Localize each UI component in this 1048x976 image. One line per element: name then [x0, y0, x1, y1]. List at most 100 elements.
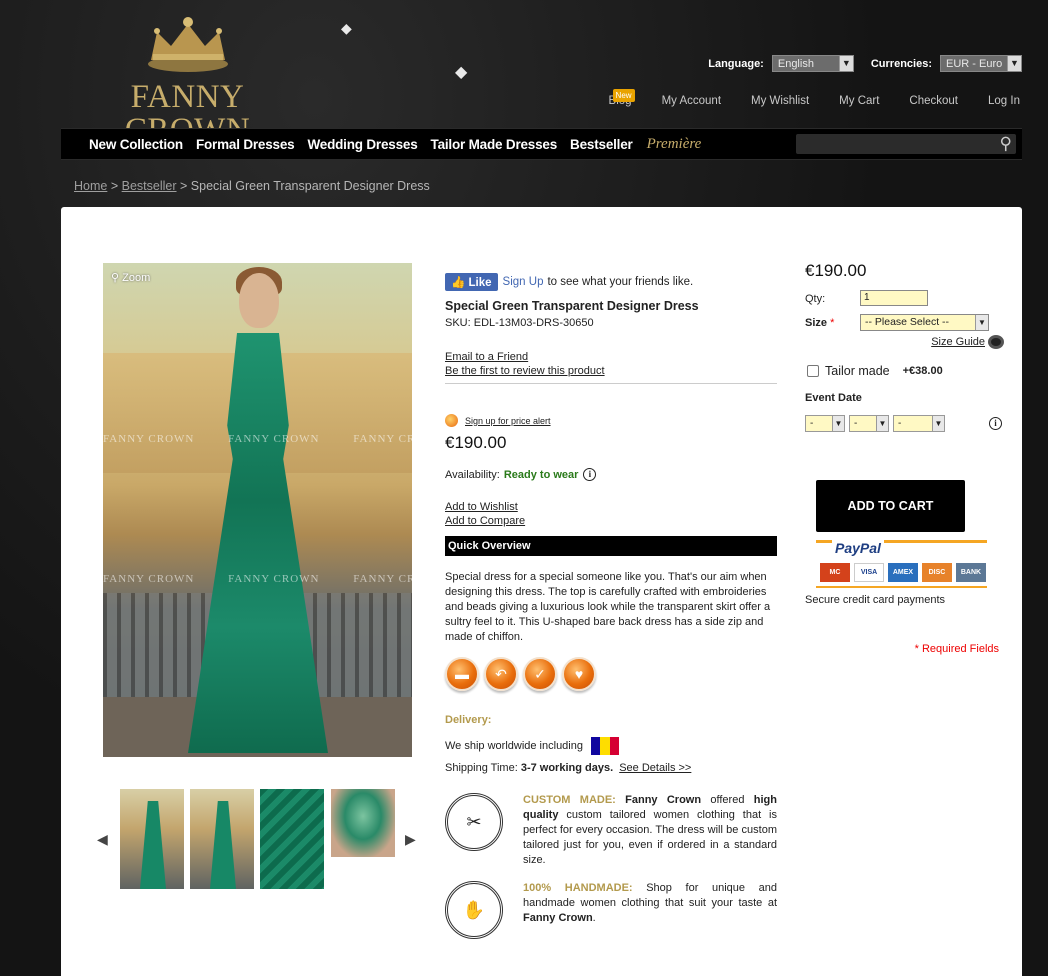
watermark: FANNY CROWN FANNY CROWN FANNY CROWN: [103, 573, 412, 585]
ship-text: We ship worldwide including: [445, 740, 583, 752]
event-date-selects: - ▼ - ▼ - ▼ i: [805, 415, 1005, 432]
thumbnail-carousel: ◀ ▶: [97, 789, 417, 889]
product-description: Special dress for a special someone like…: [445, 571, 771, 643]
see-details-link[interactable]: See Details >>: [619, 762, 691, 774]
event-year-select[interactable]: - ▼: [893, 415, 945, 432]
brand-logo[interactable]: FANNY CROWN PARIS: [70, 14, 305, 164]
nav-item-formal-dresses[interactable]: Formal Dresses: [196, 137, 295, 152]
availability: Availability: Ready to wear i: [445, 468, 777, 481]
locale-bar: Language: English ▼ Currencies: EUR - Eu…: [708, 55, 1022, 72]
new-badge: New: [612, 89, 635, 102]
chevron-down-icon: ▼: [975, 315, 988, 330]
search-input[interactable]: ⚲: [796, 134, 1016, 154]
tailor-made-checkbox[interactable]: [807, 365, 819, 377]
secure-payment-text: Secure credit card payments: [805, 594, 946, 606]
product-price: €190.00: [445, 433, 507, 452]
purchase-box: €190.00 Qty: 1 Size * -- Please Select -…: [805, 261, 1005, 655]
facebook-like-button[interactable]: 👍 Like: [445, 273, 498, 291]
tailor-made-price: +€38.00: [902, 365, 943, 377]
required-fields-note: * Required Fields: [914, 643, 999, 655]
add-to-cart-button[interactable]: ADD TO CART: [816, 480, 965, 532]
size-label: Size: [805, 317, 828, 329]
carousel-prev-icon[interactable]: ◀: [97, 831, 108, 848]
breadcrumb-home[interactable]: Home: [74, 179, 107, 193]
zoom-label: Zoom: [122, 272, 151, 284]
my-account-link[interactable]: My Account: [662, 95, 721, 107]
bank-icon: BANK: [956, 563, 986, 582]
size-row: Size * -- Please Select -- ▼: [805, 314, 1005, 331]
currency-select[interactable]: EUR - Euro ▼: [940, 55, 1022, 72]
thumbnail[interactable]: [190, 789, 254, 889]
delivery-truck-icon[interactable]: ▬: [445, 657, 479, 691]
nav-item-premiere[interactable]: Première: [647, 136, 702, 153]
event-month-select[interactable]: - ▼: [849, 415, 889, 432]
breadcrumb-current: Special Green Transparent Designer Dress: [190, 179, 430, 193]
nav-item-new-collection[interactable]: New Collection: [89, 137, 183, 152]
facebook-like: 👍 Like Sign Up to see what your friends …: [445, 273, 777, 291]
breadcrumb-separator: >: [110, 179, 119, 193]
discover-icon: DISC: [922, 563, 952, 582]
facebook-signup-link[interactable]: Sign Up: [503, 276, 544, 288]
account-links: New Blog My Account My Wishlist My Cart …: [579, 89, 1020, 107]
product-sku: SKU: EDL-13M03-DRS-30650: [445, 317, 594, 329]
review-link[interactable]: Be the first to review this product: [445, 365, 777, 377]
checkout-link[interactable]: Checkout: [909, 95, 958, 107]
facebook-text: to see what your friends like.: [547, 276, 694, 288]
alert-icon: [445, 414, 458, 427]
login-link[interactable]: Log In: [988, 95, 1020, 107]
paypal-logo: PayPal: [832, 540, 884, 556]
email-friend-link[interactable]: Email to a Friend: [445, 351, 777, 363]
size-guide[interactable]: Size Guide: [805, 335, 1005, 349]
nav-item-wedding-dresses[interactable]: Wedding Dresses: [307, 137, 417, 152]
product-panel: ⚲ Zoom FANNY CROWN FANNY CROWN FANNY CRO…: [61, 207, 1022, 976]
size-guide-link[interactable]: Size Guide: [931, 336, 985, 348]
language-select[interactable]: English ▼: [771, 55, 854, 72]
sparkle-icon: ◆: [341, 20, 352, 36]
availability-label: Availability:: [445, 468, 500, 481]
price-alert-link[interactable]: Sign up for price alert: [445, 414, 777, 427]
carousel-next-icon[interactable]: ▶: [405, 831, 416, 848]
shipping-time-value: 3-7 working days.: [520, 762, 614, 774]
return-arrow-icon[interactable]: ↶: [484, 657, 518, 691]
checkmark-icon[interactable]: ✓: [523, 657, 557, 691]
custom-made-feature: ✂ CUSTOM MADE: Fanny Crown offered high …: [445, 793, 777, 868]
visa-icon: VISA: [854, 563, 884, 582]
divider: [445, 383, 777, 384]
handshake-icon[interactable]: ♥: [562, 657, 596, 691]
info-icon[interactable]: i: [989, 417, 1002, 430]
handmade-feature: ✋ 100% HANDMADE: Shop for unique and han…: [445, 881, 777, 939]
product-main-image[interactable]: ⚲ Zoom FANNY CROWN FANNY CROWN FANNY CRO…: [103, 263, 412, 757]
blog-link[interactable]: New Blog: [609, 89, 635, 107]
size-select[interactable]: -- Please Select -- ▼: [860, 314, 989, 331]
add-to-compare-link[interactable]: Add to Compare: [445, 515, 777, 527]
zoom-control[interactable]: ⚲ Zoom: [111, 271, 150, 284]
thumbnail[interactable]: [260, 789, 324, 889]
chevron-down-icon: ▼: [876, 416, 888, 431]
quick-overview-header: Quick Overview: [445, 536, 777, 556]
thumbnail[interactable]: [120, 789, 184, 889]
amex-icon: AMEX: [888, 563, 918, 582]
event-day-select[interactable]: - ▼: [805, 415, 845, 432]
breadcrumb-bestseller[interactable]: Bestseller: [122, 179, 177, 193]
language-value: English: [777, 57, 814, 70]
info-icon[interactable]: i: [583, 468, 597, 481]
currency-label: Currencies:: [870, 57, 932, 70]
shipping-time: Shipping Time: 3-7 working days. See Det…: [445, 762, 777, 774]
nav-item-tailor-made-dresses[interactable]: Tailor Made Dresses: [431, 137, 558, 152]
nav-item-bestseller[interactable]: Bestseller: [570, 137, 633, 152]
thumbnail[interactable]: [331, 789, 395, 857]
main-nav: New Collection Formal Dresses Wedding Dr…: [61, 128, 1022, 160]
custom-tailored-seal-icon: ✂: [445, 793, 503, 851]
event-date-label: Event Date: [805, 392, 862, 404]
add-to-wishlist-link[interactable]: Add to Wishlist: [445, 501, 777, 513]
my-wishlist-link[interactable]: My Wishlist: [751, 95, 809, 107]
language-label: Language:: [708, 57, 764, 70]
my-cart-link[interactable]: My Cart: [839, 95, 879, 107]
price-alert-label: Sign up for price alert: [465, 415, 551, 426]
search-icon[interactable]: ⚲: [1000, 134, 1012, 154]
delivery-label: Delivery:: [445, 714, 492, 726]
tailor-made-option: Tailor made +€38.00: [805, 364, 1005, 378]
model-head: [239, 273, 279, 328]
qty-input[interactable]: 1: [860, 290, 928, 306]
chevron-down-icon: ▼: [932, 416, 944, 431]
